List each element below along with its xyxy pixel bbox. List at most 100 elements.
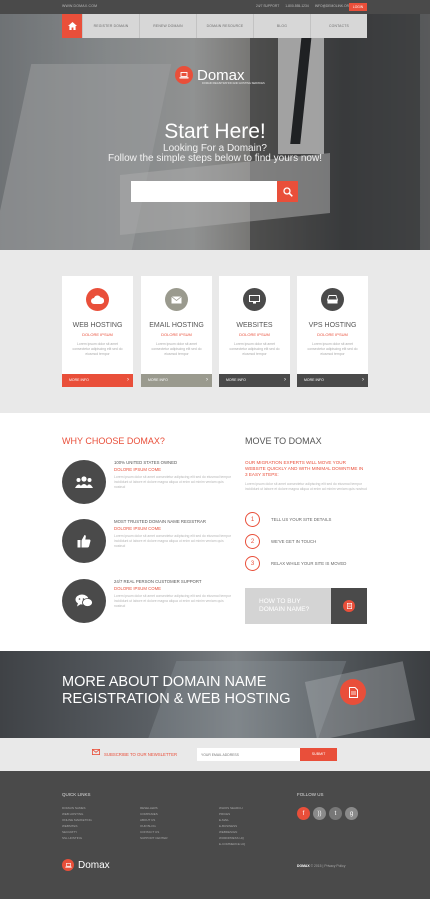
document-icon [348,686,358,698]
why-choose-heading: WHY CHOOSE DOMAX? [62,436,165,446]
banner-document-button[interactable] [340,679,366,705]
footer-link[interactable]: SECURITY [62,830,92,834]
how-to-buy-label: HOW TO BUY [259,598,301,605]
site-url[interactable]: WWW.DOMAX.COM [62,4,97,8]
footer-links-col-1: DOMAIN NAMES WEB HOSTING ONLINE MARKETIN… [62,806,92,840]
brand-logo[interactable]: Domax DOMAIN REGISTRATION AND HOSTING SE… [175,66,265,85]
arrow-right-icon: › [127,377,129,383]
home-button[interactable] [62,14,82,38]
laptop-logo-icon [62,859,74,871]
footer-brand-name: Domax [78,859,110,871]
footer-link[interactable]: E-BUSINESS [219,824,245,828]
footer-link[interactable]: SSL HOSTING [62,836,92,840]
move-description: Lorem ipsum dolor sit amet consectetur a… [245,482,367,491]
more-info-button[interactable]: MORE INFO › [297,374,368,387]
service-title: WEB HOSTING [72,322,123,329]
more-info-label: MORE INFO [148,378,168,382]
arrow-right-icon: › [362,377,364,383]
footer-link[interactable]: ONLINE MARKETING [62,818,92,822]
top-bar: WWW.DOMAX.COM 24/7 SUPPORT 1-800-555-123… [0,0,430,14]
footer-logo[interactable]: Domax [62,859,110,871]
footer-link[interactable]: WEBDESIGN [219,830,245,834]
move-to-domax-heading: MOVE TO DOMAX [245,436,322,446]
more-info-label: MORE INFO [226,378,246,382]
feature-heading: MOST TRUSTED DOMAIN NAME REGISTRAR [114,519,206,524]
service-title: VPS HOSTING [308,322,357,329]
arrow-right-icon: › [284,377,286,383]
top-link-phone[interactable]: 1-800-555-1234 [285,4,308,8]
footer-link[interactable]: WEB HOSTING [62,812,92,816]
service-description: Lorem ipsum dolor sit amet consectetur a… [307,342,358,356]
more-info-button[interactable]: MORE INFO › [141,374,212,387]
top-link-support[interactable]: 24/7 SUPPORT [256,4,279,8]
step-item: 2 WE'VE GET IN TOUCH [245,534,316,549]
move-intro-text: OUR MIGRATION EXPERTS WILL MOVE YOUR WEB… [245,460,364,477]
facebook-icon[interactable]: f [297,807,310,820]
arrow-right-icon: › [206,377,208,383]
more-info-button[interactable]: MORE INFO › [62,374,133,387]
service-title: WEBSITES [236,322,273,329]
step-number: 1 [245,512,260,527]
google-plus-icon[interactable]: g [345,807,358,820]
footer-link[interactable]: COMPANIES [140,812,168,816]
step-item: 1 TELL US YOUR SITE DETAILS [245,512,331,527]
users-icon [62,460,106,504]
rss-icon[interactable]: )) [313,807,326,820]
domain-search-input[interactable] [131,181,277,202]
service-card-vps-hosting: VPS HOSTING DOLORE IPSUM Lorem ipsum dol… [297,276,368,387]
feature-heading: 24/7 REAL PERSON CUSTOMER SUPPORT [114,579,202,584]
footer-link[interactable]: PRICES [219,812,245,816]
service-subtitle: DOLORE IPSUM [239,332,270,337]
newsletter-bar: SUBSCRIBE TO OUR NEWSLETTER SUBMIT [0,738,430,771]
search-button[interactable] [277,181,298,202]
footer-link[interactable]: SUPPORT CENTER [140,836,168,840]
footer-link[interactable]: ABOUT US [140,818,168,822]
nav-item-domain-resource[interactable]: DOMAIN RESOURCE [196,14,253,38]
envelope-icon [165,288,188,311]
service-description: Lorem ipsum dolor sit amet consectetur a… [229,342,280,356]
cloud-icon [86,288,109,311]
buy-icon-box[interactable] [331,588,367,624]
service-card-web-hosting: WEB HOSTING DOLORE IPSUM Lorem ipsum dol… [62,276,133,387]
footer-link[interactable]: OUR BLOG [140,824,168,828]
thumbs-up-icon [62,519,106,563]
footer-link[interactable]: WORDPRESS HQ [219,836,245,840]
feature-description: Lorem ipsum dolor sit amet consectetur a… [114,475,232,489]
step-label: WE'VE GET IN TOUCH [271,539,317,544]
footer-link[interactable]: E-MAIL [219,818,245,822]
server-icon [321,288,344,311]
footer-link[interactable]: CONTACT US [140,830,168,834]
footer-link[interactable]: WHOIS SEARCH [219,806,245,810]
quick-links-heading: QUICK LINKS [62,792,91,797]
feature-subheading: DOLORE IPSUM COME [114,526,162,531]
twitter-icon[interactable]: t [329,807,342,820]
feature-description: Lorem ipsum dolor sit amet consectetur a… [114,534,232,548]
copyright: DOMAX © 2015 | Privacy Policy [297,864,345,868]
more-info-button[interactable]: MORE INFO › [219,374,290,387]
footer-link[interactable]: DOMAIN NAMES [62,806,92,810]
footer-link[interactable]: E-COMMERCE HQ [219,842,245,846]
nav-item-renew-domain[interactable]: RENEW DOMAIN [139,14,196,38]
how-to-buy-button[interactable]: HOW TO BUY DOMAIN NAME? [245,588,331,624]
banner-heading[interactable]: MORE ABOUT DOMAIN NAME REGISTRATION & WE… [62,674,291,708]
nav-item-register-domain[interactable]: REGISTER DOMAIN [82,14,139,38]
footer-links-col-3: WHOIS SEARCH PRICES E-MAIL E-BUSINESS WE… [219,806,245,846]
chat-icon [62,579,106,623]
top-link-email[interactable]: INFO@DEMOLINK.ORG [315,4,352,8]
feature-subheading: DOLORE IPSUM COME [114,467,162,472]
footer-link[interactable]: WEBSITES [62,824,92,828]
step-number: 3 [245,556,260,571]
banner-heading-line-2: REGISTRATION & WEB HOSTING [62,691,291,707]
newsletter-submit-button[interactable]: SUBMIT [300,748,337,761]
brand-name: Domax [197,66,245,84]
newsletter-email-input[interactable] [197,748,300,761]
nav-item-contacts[interactable]: CONTACTS [310,14,367,38]
footer-link[interactable]: RESELLERS [140,806,168,810]
laptop-logo-icon [175,66,193,84]
more-info-label: MORE INFO [69,378,89,382]
nav-item-blog[interactable]: BLOG [253,14,310,38]
brand-tagline: DOMAIN REGISTRATION AND HOSTING SERVICES [202,82,265,85]
login-button[interactable]: LOGIN [349,3,367,11]
step-number: 2 [245,534,260,549]
copyright-text[interactable]: © 2015 | Privacy Policy [311,864,346,868]
